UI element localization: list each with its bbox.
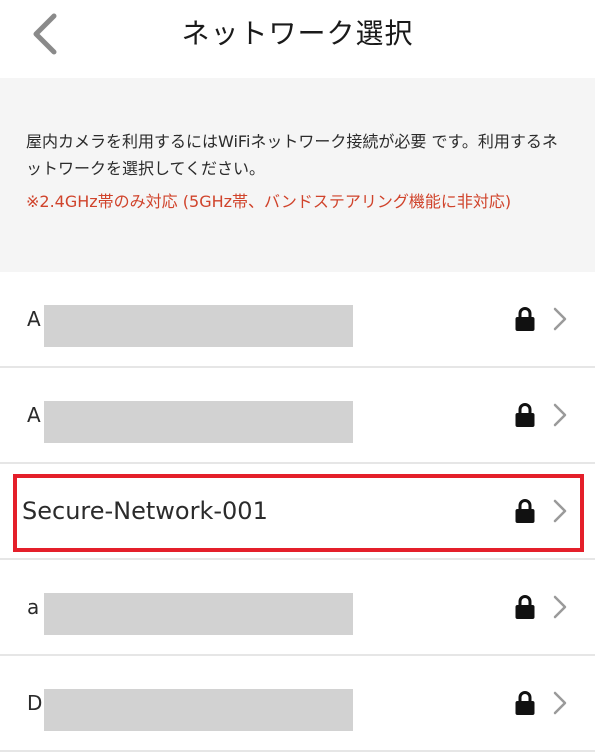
info-description: 屋内カメラを利用するにはWiFiネットワーク接続が必要 です。利用するネットワー… [26,132,558,178]
network-row-selected[interactable]: Secure-Network-001 [0,464,595,560]
network-name-initial: A [27,403,41,427]
network-name-initial: D [27,691,43,715]
info-note: ※2.4GHz帯のみ対応 (5GHz帯、バンドステアリング機能に非対応) [26,192,512,211]
redaction-mask [44,401,353,443]
network-row[interactable]: A [0,272,595,368]
network-selection-screen: ネットワーク選択 屋内カメラを利用するにはWiFiネットワーク接続が必要 です。… [0,0,595,755]
lock-icon [515,403,535,427]
chevron-right-icon [553,403,567,427]
info-panel: 屋内カメラを利用するにはWiFiネットワーク接続が必要 です。利用するネットワー… [0,78,595,272]
chevron-right-icon [553,691,567,715]
lock-icon [515,499,535,523]
lock-icon [515,307,535,331]
redaction-mask [44,689,353,731]
network-row[interactable]: A [0,368,595,464]
network-row[interactable]: D [0,656,595,752]
network-name: Secure-Network-001 [22,497,268,525]
network-name-initial: A [27,307,41,331]
header: ネットワーク選択 [0,0,595,75]
redaction-mask [44,593,353,635]
lock-icon [515,691,535,715]
network-row[interactable]: a [0,560,595,656]
network-list: A A Secure-Network-001 a D [0,272,595,752]
page-title: ネットワーク選択 [181,17,414,50]
network-name-initial: a [27,595,40,619]
chevron-right-icon [553,595,567,619]
redaction-mask [44,305,353,347]
chevron-right-icon [553,307,567,331]
chevron-right-icon [553,499,567,523]
lock-icon [515,595,535,619]
